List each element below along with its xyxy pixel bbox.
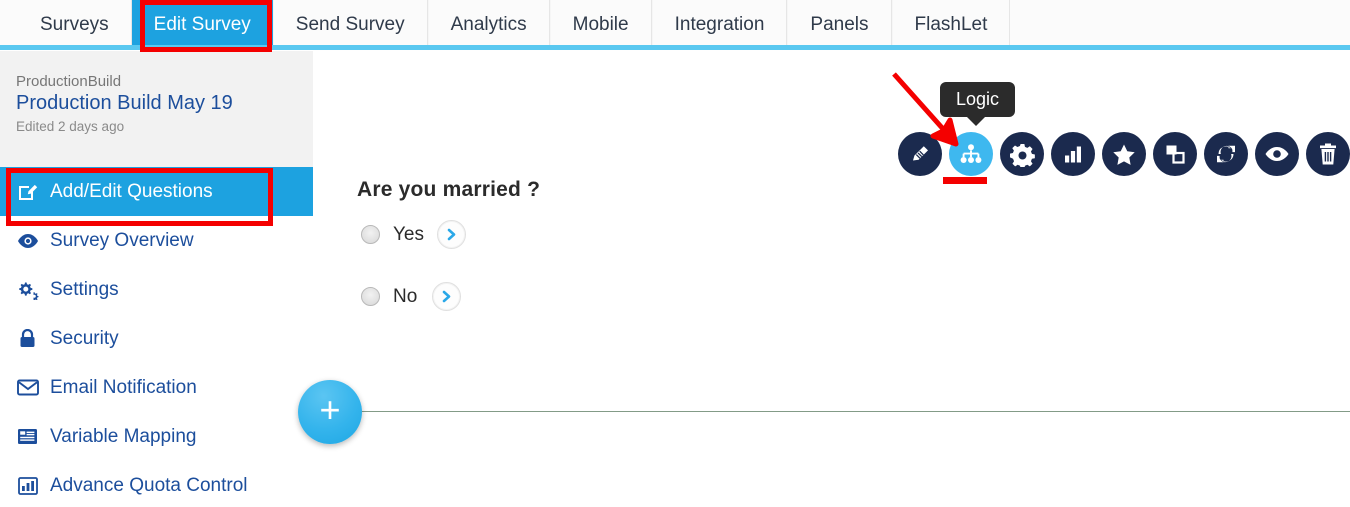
question-text: Are you married ? bbox=[357, 178, 541, 201]
survey-sidebar: ProductionBuild Production Build May 19 … bbox=[0, 51, 313, 507]
edit-pencil-square-icon bbox=[16, 181, 39, 202]
refresh-sync-icon bbox=[1214, 142, 1238, 166]
plus-icon: + bbox=[319, 389, 341, 430]
eye-icon bbox=[16, 233, 39, 249]
nav-tab-mobile[interactable]: Mobile bbox=[549, 0, 652, 49]
sidebar-survey-header: ProductionBuild Production Build May 19 … bbox=[0, 51, 313, 167]
bar-chart-icon bbox=[16, 476, 39, 495]
radio-button-no[interactable] bbox=[361, 287, 380, 306]
trash-delete-icon bbox=[1317, 143, 1339, 166]
annotation-underline-logic bbox=[943, 177, 987, 184]
nav-tab-label: FlashLet bbox=[914, 13, 988, 35]
nav-tab-label: Surveys bbox=[40, 13, 109, 35]
settings-gear-icon bbox=[1009, 142, 1035, 167]
star-icon bbox=[1112, 143, 1136, 166]
option-label: No bbox=[393, 285, 418, 307]
nav-accent-bar bbox=[0, 45, 1350, 50]
main-navigation-bar: Surveys Edit Survey Send Survey Analytic… bbox=[0, 0, 1350, 49]
copy-duplicate-icon-button[interactable] bbox=[1153, 132, 1197, 176]
section-divider bbox=[355, 411, 1350, 412]
survey-editor-page: Surveys Edit Survey Send Survey Analytic… bbox=[0, 0, 1350, 507]
tooltip-label: Logic bbox=[956, 89, 1000, 109]
sidebar-item-advance-quota-control[interactable]: Advance Quota Control bbox=[0, 461, 313, 507]
option-logic-chevron-button-no[interactable] bbox=[432, 282, 461, 311]
nav-tab-label: Edit Survey bbox=[153, 13, 251, 35]
question-option-row: No bbox=[361, 282, 461, 311]
sidebar-item-label: Advance Quota Control bbox=[50, 474, 248, 496]
lock-icon bbox=[16, 328, 39, 349]
nav-tab-analytics[interactable]: Analytics bbox=[427, 0, 550, 49]
sidebar-item-settings[interactable]: Settings bbox=[0, 265, 313, 314]
nav-tab-label: Analytics bbox=[450, 13, 527, 35]
gears-icon bbox=[16, 280, 39, 300]
nav-tab-send-survey[interactable]: Send Survey bbox=[272, 0, 428, 49]
last-edited-text: Edited 2 days ago bbox=[16, 119, 125, 134]
star-icon-button[interactable] bbox=[1102, 132, 1146, 176]
option-logic-chevron-button-yes[interactable] bbox=[437, 220, 466, 249]
sidebar-item-label: Settings bbox=[50, 278, 119, 300]
sidebar-item-variable-mapping[interactable]: Variable Mapping bbox=[0, 412, 313, 461]
preview-eye-icon bbox=[1264, 145, 1290, 163]
sidebar-item-label: Variable Mapping bbox=[50, 425, 197, 447]
trash-delete-icon-button[interactable] bbox=[1306, 132, 1350, 176]
nav-tab-label: Send Survey bbox=[295, 13, 405, 35]
nav-tab-panels[interactable]: Panels bbox=[787, 0, 892, 49]
sidebar-item-add-edit-questions[interactable]: Add/Edit Questions bbox=[0, 167, 313, 216]
logic-tree-icon bbox=[958, 142, 984, 166]
sidebar-item-email-notification[interactable]: Email Notification bbox=[0, 363, 313, 412]
project-name: ProductionBuild bbox=[16, 73, 122, 90]
add-question-button[interactable]: + bbox=[298, 380, 362, 444]
preview-eye-icon-button[interactable] bbox=[1255, 132, 1299, 176]
edit-pencil-icon-button[interactable] bbox=[898, 132, 942, 176]
refresh-sync-icon-button[interactable] bbox=[1204, 132, 1248, 176]
nav-tab-edit-survey[interactable]: Edit Survey bbox=[131, 0, 273, 49]
nav-tab-flashlet[interactable]: FlashLet bbox=[891, 0, 1011, 49]
nav-tab-integration[interactable]: Integration bbox=[651, 0, 788, 49]
settings-gear-icon-button[interactable] bbox=[1000, 132, 1044, 176]
nav-tab-label: Integration bbox=[674, 13, 765, 35]
nav-tab-label: Mobile bbox=[572, 13, 629, 35]
radio-button-yes[interactable] bbox=[361, 225, 380, 244]
survey-title: Production Build May 19 bbox=[16, 92, 233, 114]
sidebar-item-survey-overview[interactable]: Survey Overview bbox=[0, 216, 313, 265]
question-option-row: Yes bbox=[361, 220, 466, 249]
envelope-icon bbox=[16, 379, 39, 396]
copy-duplicate-icon bbox=[1164, 143, 1186, 165]
nav-tab-surveys[interactable]: Surveys bbox=[18, 0, 132, 49]
sidebar-item-label: Security bbox=[50, 327, 119, 349]
bar-chart-icon bbox=[1062, 143, 1084, 165]
nav-tab-label: Panels bbox=[810, 13, 869, 35]
list-panel-icon bbox=[16, 428, 39, 445]
sidebar-item-label: Add/Edit Questions bbox=[50, 180, 213, 202]
option-label: Yes bbox=[393, 223, 424, 245]
logic-tooltip: Logic bbox=[940, 82, 1016, 126]
question-action-toolbar bbox=[898, 132, 1350, 176]
sidebar-item-label: Email Notification bbox=[50, 376, 197, 398]
survey-editor-canvas: Are you married ? Yes No bbox=[313, 51, 1350, 507]
edit-pencil-icon bbox=[908, 142, 932, 166]
bar-chart-icon-button[interactable] bbox=[1051, 132, 1095, 176]
logic-tree-icon-button[interactable] bbox=[949, 132, 993, 176]
sidebar-item-security[interactable]: Security bbox=[0, 314, 313, 363]
sidebar-item-label: Survey Overview bbox=[50, 229, 194, 251]
